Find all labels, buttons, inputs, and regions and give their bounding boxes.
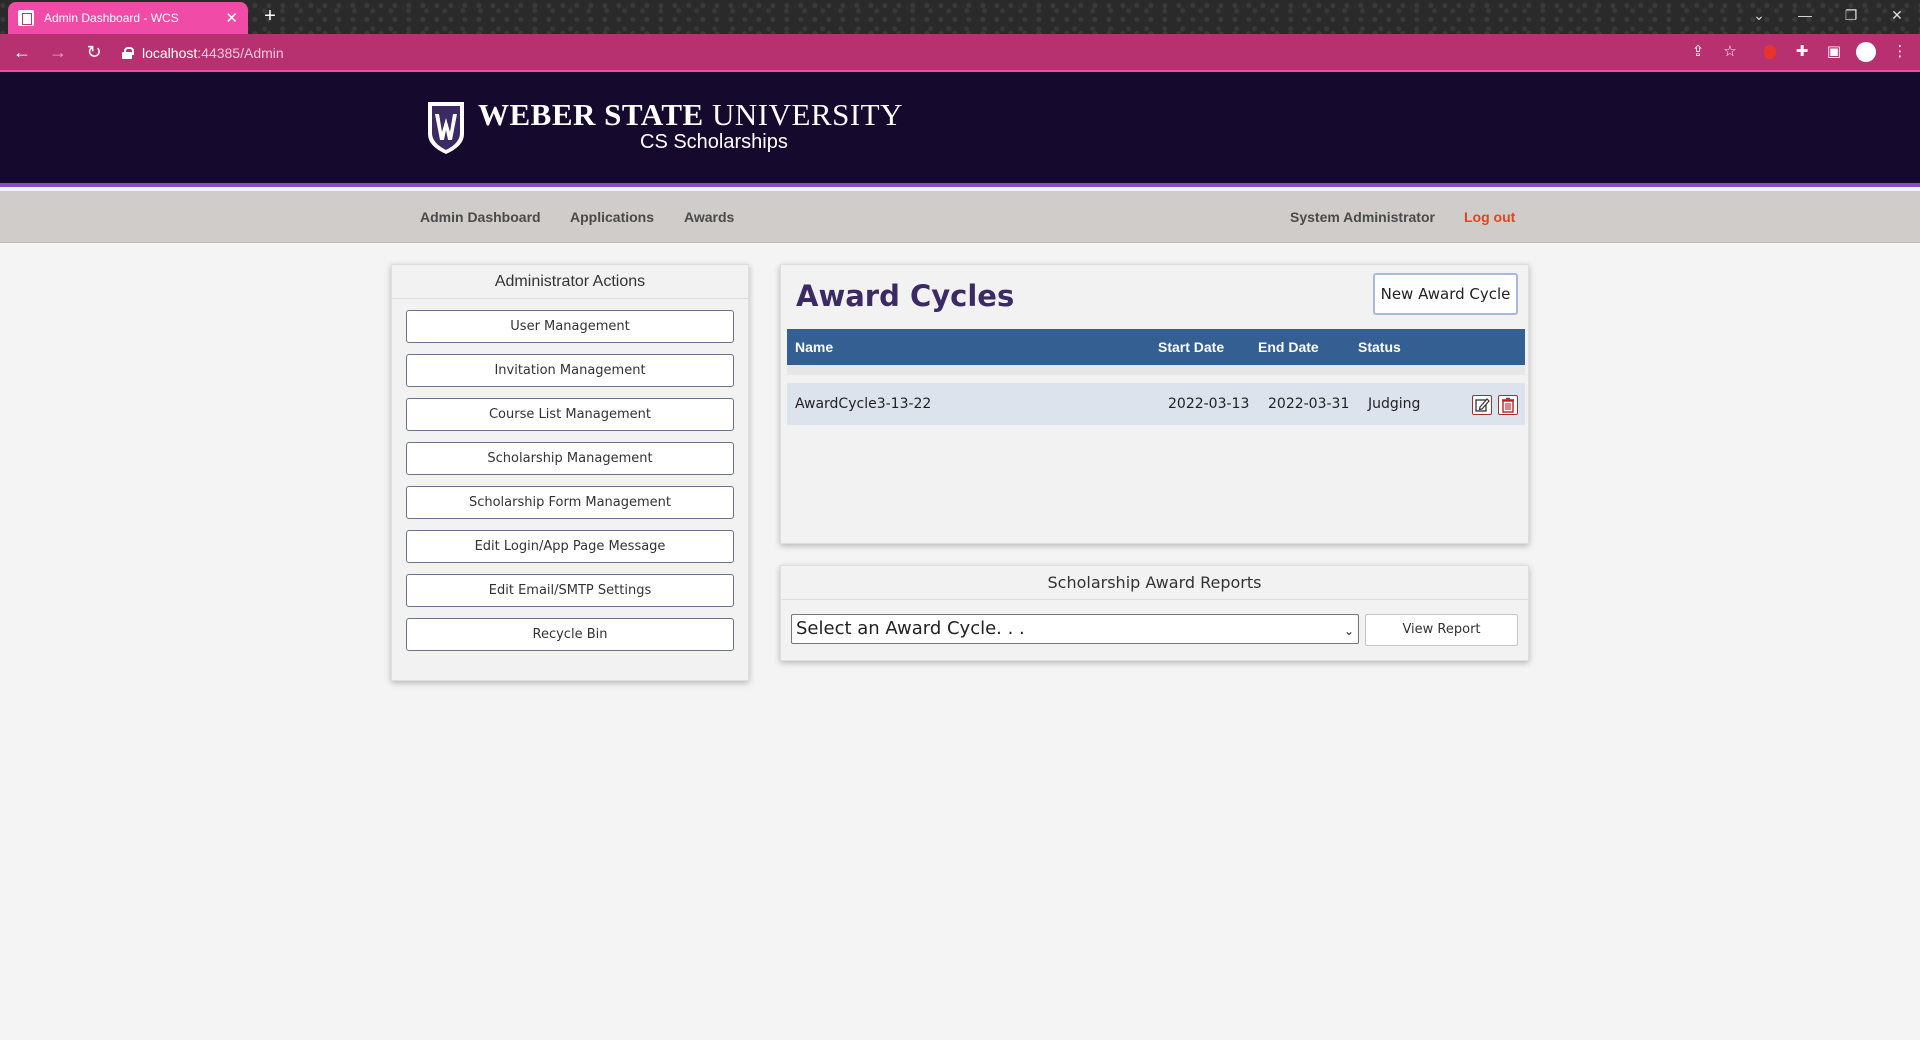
cycle-status: Judging bbox=[1368, 396, 1421, 412]
edit-icon[interactable] bbox=[1472, 395, 1492, 415]
site-subtitle: CS Scholarships bbox=[640, 131, 788, 153]
cycle-start-date: 2022-03-13 bbox=[1168, 396, 1250, 412]
award-cycles-panel: Award Cycles New Award Cycle Name Start … bbox=[780, 264, 1529, 544]
restore-icon[interactable]: ❐ bbox=[1828, 0, 1874, 30]
admin-actions-title: Administrator Actions bbox=[392, 265, 748, 299]
close-tab-icon[interactable]: ✕ bbox=[225, 11, 238, 26]
page-title: Award Cycles bbox=[796, 279, 1015, 313]
forward-icon[interactable]: → bbox=[44, 38, 72, 66]
column-header-start-date[interactable]: Start Date bbox=[1158, 339, 1224, 355]
scholarship-form-management-button[interactable]: Scholarship Form Management bbox=[406, 486, 734, 519]
column-header-status[interactable]: Status bbox=[1358, 339, 1401, 355]
new-tab-icon[interactable]: + bbox=[258, 4, 282, 28]
view-report-button[interactable]: View Report bbox=[1365, 614, 1518, 646]
share-icon[interactable]: ⇪ bbox=[1686, 40, 1710, 64]
delete-trash-icon[interactable] bbox=[1498, 395, 1518, 415]
page-favicon-icon bbox=[18, 10, 34, 26]
back-icon[interactable]: ← bbox=[8, 38, 36, 66]
close-window-icon[interactable]: ✕ bbox=[1874, 0, 1920, 30]
nav-applications[interactable]: Applications bbox=[570, 209, 654, 225]
new-award-cycle-button[interactable]: New Award Cycle bbox=[1373, 273, 1518, 315]
course-list-management-button[interactable]: Course List Management bbox=[406, 398, 734, 431]
table-row[interactable]: AwardCycle3-13-22 2022-03-13 2022-03-31 … bbox=[787, 383, 1525, 425]
bookmark-star-icon[interactable]: ☆ bbox=[1718, 40, 1742, 64]
column-header-end-date[interactable]: End Date bbox=[1258, 339, 1319, 355]
award-cycle-select[interactable]: Select an Award Cycle. . . ⌄ bbox=[791, 614, 1359, 644]
user-management-button[interactable]: User Management bbox=[406, 310, 734, 343]
extension-red-icon[interactable] bbox=[1758, 40, 1782, 64]
scholarship-management-button[interactable]: Scholarship Management bbox=[406, 442, 734, 475]
chevron-down-icon: ⌄ bbox=[1343, 624, 1354, 638]
edit-login-message-button[interactable]: Edit Login/App Page Message bbox=[406, 530, 734, 563]
site-header: WEBER STATE UNIVERSITY CS Scholarships bbox=[0, 72, 1920, 187]
lock-icon[interactable] bbox=[122, 47, 134, 59]
minimize-icon[interactable]: — bbox=[1782, 0, 1828, 30]
reload-icon[interactable]: ↻ bbox=[80, 38, 108, 66]
invitation-management-button[interactable]: Invitation Management bbox=[406, 354, 734, 387]
side-panel-icon[interactable]: ▣ bbox=[1822, 40, 1846, 64]
site-nav: Admin Dashboard Applications Awards Syst… bbox=[0, 191, 1920, 243]
logout-link[interactable]: Log out bbox=[1464, 209, 1515, 225]
browser-toolbar: ← → ↻ localhost:44385/Admin ⇪ ☆ ✚ ▣ ⋮ bbox=[0, 34, 1920, 72]
table-header: Name Start Date End Date Status bbox=[787, 329, 1525, 365]
browser-tab[interactable]: Admin Dashboard - WCS ✕ bbox=[8, 2, 248, 34]
address-bar[interactable]: localhost:44385/Admin bbox=[110, 39, 1660, 67]
url-text: localhost:44385/Admin bbox=[142, 45, 284, 61]
column-header-name[interactable]: Name bbox=[795, 339, 833, 355]
site-logo[interactable]: WEBER STATE UNIVERSITY CS Scholarships bbox=[426, 97, 903, 156]
extensions-puzzle-icon[interactable]: ✚ bbox=[1790, 40, 1814, 64]
tab-title: Admin Dashboard - WCS bbox=[44, 11, 179, 25]
weber-shield-icon bbox=[428, 102, 464, 154]
edit-email-smtp-button[interactable]: Edit Email/SMTP Settings bbox=[406, 574, 734, 607]
table-spacer bbox=[787, 365, 1525, 375]
profile-avatar-icon[interactable] bbox=[1854, 40, 1878, 64]
reports-title: Scholarship Award Reports bbox=[781, 566, 1528, 600]
recycle-bin-button[interactable]: Recycle Bin bbox=[406, 618, 734, 651]
award-cycle-select-value: Select an Award Cycle. . . bbox=[796, 618, 1025, 639]
admin-actions-panel: Administrator Actions User Management In… bbox=[391, 264, 749, 681]
nav-admin-dashboard[interactable]: Admin Dashboard bbox=[420, 209, 541, 225]
nav-user-name[interactable]: System Administrator bbox=[1290, 209, 1435, 225]
browser-tab-bar: Admin Dashboard - WCS ✕ + ⌄ — ❐ ✕ bbox=[0, 0, 1920, 34]
cycle-name: AwardCycle3-13-22 bbox=[795, 396, 932, 412]
tab-search-icon[interactable]: ⌄ bbox=[1736, 0, 1782, 30]
browser-menu-icon[interactable]: ⋮ bbox=[1888, 40, 1912, 64]
award-reports-panel: Scholarship Award Reports Select an Awar… bbox=[780, 565, 1529, 661]
cycle-end-date: 2022-03-31 bbox=[1268, 396, 1350, 412]
university-name: WEBER STATE UNIVERSITY bbox=[478, 97, 903, 132]
nav-awards[interactable]: Awards bbox=[684, 209, 734, 225]
